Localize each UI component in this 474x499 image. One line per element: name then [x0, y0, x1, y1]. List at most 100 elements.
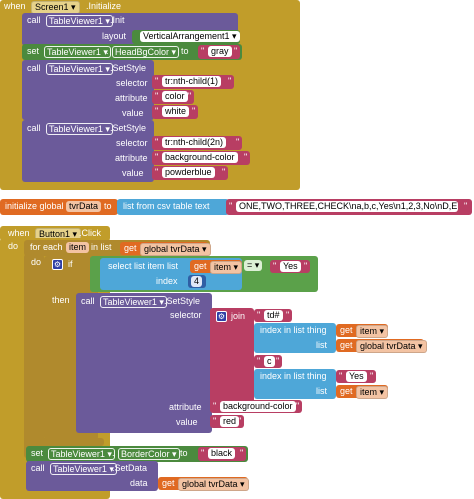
quote-open: " — [213, 401, 217, 411]
text-value-black[interactable]: black — [208, 448, 236, 459]
join-block[interactable]: ⚙ join — [210, 308, 254, 406]
text-value-td[interactable]: td# — [264, 310, 283, 321]
quote-open: " — [155, 152, 159, 162]
text-value-yes[interactable]: Yes — [346, 371, 367, 382]
text-value-selector[interactable]: tr:nth-child(1) — [162, 76, 222, 87]
text-red-block[interactable]: " red " — [210, 415, 244, 428]
text-value-value[interactable]: powderblue — [162, 167, 215, 178]
quote-close: " — [244, 152, 248, 162]
text-td-block[interactable]: " td# " — [254, 309, 292, 322]
call-setstyle-block-1[interactable]: call TableViewer1 ▾ .SetStyle selector a… — [22, 60, 154, 120]
variable-dropdown[interactable]: global tvrData ▾ — [140, 243, 211, 256]
variable-dropdown[interactable]: item ▾ — [210, 261, 243, 274]
text-attribute-2-block[interactable]: " background-color " — [152, 151, 250, 165]
call-keyword: call — [31, 463, 45, 473]
to-keyword: to — [104, 201, 112, 211]
variable-dropdown[interactable]: item ▾ — [356, 386, 389, 399]
global-name-field[interactable]: tvrData — [66, 201, 102, 212]
text-value-1-block[interactable]: " white " — [152, 105, 198, 119]
param-selector-label: selector — [116, 138, 148, 148]
component-dropdown-tableviewer1[interactable]: TableViewer1 ▾ — [46, 123, 113, 135]
text-value-value[interactable]: white — [162, 106, 190, 117]
get-item-block-1[interactable]: get item ▾ — [190, 260, 243, 274]
call-keyword: call — [81, 296, 95, 306]
quote-open: " — [229, 201, 233, 211]
component-dropdown-tableviewer1[interactable]: TableViewer1 ▾ — [46, 15, 113, 27]
variable-label: global tvrData — [144, 244, 200, 254]
text-value-yes[interactable]: Yes — [280, 261, 301, 272]
when-keyword: when — [4, 1, 26, 11]
text-selector-2-block[interactable]: " tr:nth-child(2n) " — [152, 136, 242, 150]
param-attribute-label: attribute — [115, 153, 148, 163]
text-yes-block-2[interactable]: " Yes " — [336, 370, 376, 383]
variable-dropdown[interactable]: global tvrData ▾ — [356, 340, 427, 353]
text-value-gray[interactable]: gray — [208, 46, 232, 57]
component-dropdown-tableviewer1[interactable]: TableViewer1 ▾ — [48, 448, 115, 460]
event-name: .Initialize — [86, 1, 122, 11]
get-global-tvrdata-block-2[interactable]: get global tvrData ▾ — [336, 339, 427, 353]
param-attribute-label: attribute — [169, 402, 202, 412]
do-keyword: do — [8, 241, 19, 251]
layout-component-block[interactable]: VerticalArrangement1 ▾ — [132, 30, 240, 44]
text-value-attribute[interactable]: background-color — [162, 152, 238, 163]
text-gray-block[interactable]: " gray " — [198, 45, 240, 59]
get-item-block-3[interactable]: get item ▾ — [336, 385, 389, 399]
text-selector-1-block[interactable]: " tr:nth-child(1) " — [152, 75, 234, 89]
mutator-gear-icon[interactable]: ⚙ — [52, 259, 63, 270]
index-label: index — [156, 276, 178, 286]
text-attribute-1-block[interactable]: " color " — [152, 90, 194, 104]
quote-open: " — [155, 106, 159, 116]
mutator-gear-icon[interactable]: ⚙ — [216, 311, 227, 322]
text-yes-block[interactable]: " Yes " — [270, 260, 310, 273]
text-value-red[interactable]: red — [220, 416, 240, 427]
component-label: TableViewer1 — [103, 297, 157, 307]
text-c-block[interactable]: " c " — [254, 355, 282, 368]
quote-close: " — [234, 46, 238, 56]
component-dropdown-tableviewer1[interactable]: TableViewer1 ▾ — [46, 63, 113, 75]
variable-label: global tvrData — [182, 479, 238, 489]
get-global-tvrdata-block-3[interactable]: get global tvrData ▾ — [158, 477, 249, 491]
index-in-list-block-2[interactable]: index in list thing list — [254, 369, 336, 399]
initialize-global-block[interactable]: initialize global tvrData to — [0, 199, 118, 215]
text-csv-block[interactable]: " ONE,TWO,THREE,CHECK\na,b,c,Yes\n1,2,3,… — [226, 199, 472, 215]
index-in-list-block-1[interactable]: index in list thing list — [254, 323, 336, 353]
component-label: TableViewer1 — [51, 449, 105, 459]
component-dropdown-tableviewer1[interactable]: TableViewer1 ▾ — [100, 296, 167, 308]
variable-dropdown[interactable]: item ▾ — [356, 325, 389, 338]
component-label: TableViewer1 — [49, 64, 103, 74]
text-value-2-block[interactable]: " powderblue " — [152, 166, 228, 180]
component-dropdown-tableviewer1[interactable]: TableViewer1 ▾ — [50, 463, 117, 475]
quote-open: " — [201, 46, 205, 56]
layout-value: VerticalArrangement1 — [143, 31, 230, 41]
quote-close: " — [222, 167, 226, 177]
then-setstyle-block[interactable]: call TableViewer1 ▾ .SetStyle selector a… — [76, 293, 212, 433]
loop-variable-field[interactable]: item — [66, 242, 90, 253]
get-keyword: get — [194, 261, 207, 271]
text-value-c[interactable]: c — [264, 356, 275, 367]
operator-dropdown[interactable]: = ▾ — [244, 260, 263, 271]
text-value-selector[interactable]: tr:nth-child(2n) — [162, 137, 227, 148]
list-from-csv-table-block[interactable]: list from csv table text — [117, 199, 229, 215]
text-value-attribute[interactable]: background-color — [220, 401, 296, 412]
set-keyword: set — [27, 46, 40, 56]
layout-component-dropdown[interactable]: VerticalArrangement1 ▾ — [140, 31, 240, 42]
component-label: TableViewer1 — [53, 464, 107, 474]
component-dropdown-tableviewer1[interactable]: TableViewer1 ▾ — [44, 46, 111, 58]
text-value-attribute[interactable]: color — [162, 91, 188, 102]
text-black-block[interactable]: " black " — [198, 447, 246, 461]
text-value-csv[interactable]: ONE,TWO,THREE,CHECK\na,b,c,Yes\n1,2,3,No… — [236, 201, 458, 212]
quote-close: " — [464, 201, 468, 211]
call-setstyle-block-2[interactable]: call TableViewer1 ▾ .SetStyle selector a… — [22, 120, 154, 182]
method-name: .SetStyle — [164, 296, 201, 306]
call-setdata-block[interactable]: call TableViewer1 ▾ .SetData data — [26, 461, 158, 491]
text-background-color-block[interactable]: " background-color " — [210, 400, 302, 413]
number-4-block[interactable]: 4 — [188, 275, 206, 288]
number-value[interactable]: 4 — [191, 276, 203, 287]
get-item-block-2[interactable]: get item ▾ — [336, 324, 389, 338]
property-dropdown-bordercolor[interactable]: BorderColor ▾ — [118, 448, 180, 460]
property-dropdown-headbgcolor[interactable]: HeadBgColor ▾ — [112, 46, 180, 58]
get-global-tvrdata-block-1[interactable]: get global tvrData ▾ — [120, 242, 211, 256]
if-keyword: if — [68, 259, 73, 269]
get-keyword: get — [162, 478, 175, 488]
variable-dropdown[interactable]: global tvrData ▾ — [178, 478, 249, 491]
